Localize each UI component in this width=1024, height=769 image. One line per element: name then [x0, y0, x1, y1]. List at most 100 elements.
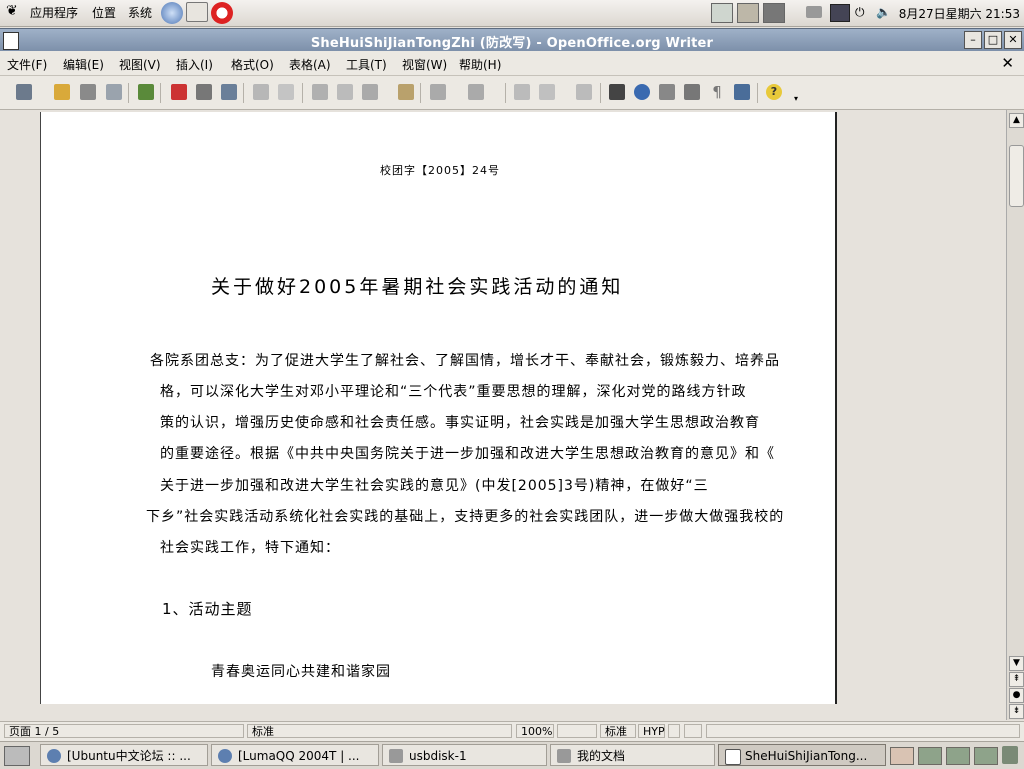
zoom-icon[interactable]: [734, 84, 750, 100]
close-window-button[interactable]: ✕: [1004, 31, 1022, 49]
workspace-2[interactable]: [918, 747, 942, 765]
modified-field: [668, 724, 680, 738]
paragraph-line: 关于进一步加强和改进大学生社会实践的意见》(中发[2005]3号)精神，在做好“…: [160, 478, 709, 494]
task-usbdisk[interactable]: usbdisk-1: [382, 744, 547, 766]
menu-format[interactable]: 格式(O): [231, 56, 274, 73]
menu-view[interactable]: 视图(V): [119, 56, 161, 73]
open-icon[interactable]: [54, 84, 70, 100]
hyperlink-icon[interactable]: [514, 84, 530, 100]
taskbar: [Ubuntu中文论坛 :: ... [LumaQQ 2004T | ... u…: [0, 741, 1024, 769]
print-icon[interactable]: [196, 84, 212, 100]
network-icon[interactable]: [830, 4, 850, 22]
format-paintbrush-icon[interactable]: [398, 84, 414, 100]
maximize-button[interactable]: □: [984, 31, 1002, 49]
cut-icon[interactable]: [312, 84, 328, 100]
menu-help[interactable]: 帮助(H): [459, 56, 501, 73]
folder-icon: [557, 749, 571, 763]
navigation-button[interactable]: ●: [1009, 688, 1024, 703]
browser-icon: [218, 749, 232, 763]
show-draw-functions-icon[interactable]: [576, 84, 592, 100]
edit-file-icon[interactable]: [138, 84, 154, 100]
camera-icon[interactable]: [763, 3, 785, 23]
hyperlink-mode-field[interactable]: HYP: [638, 724, 665, 738]
previous-page-button[interactable]: ⇞: [1009, 672, 1024, 687]
menu-window[interactable]: 视窗(W): [402, 56, 447, 73]
menu-insert[interactable]: 插入(I): [176, 56, 213, 73]
empty-field: [557, 724, 597, 738]
document-page[interactable]: [40, 112, 837, 704]
scroll-up-button[interactable]: ▲: [1009, 113, 1024, 128]
help-icon[interactable]: [211, 2, 233, 24]
table-icon[interactable]: [539, 84, 555, 100]
task-writer[interactable]: SheHuiShiJianTong...: [718, 744, 886, 766]
help-question-icon[interactable]: ?: [766, 84, 782, 100]
menu-file[interactable]: 文件(F): [7, 56, 47, 73]
minimize-button[interactable]: –: [964, 31, 982, 49]
close-document-icon[interactable]: ✕: [1001, 54, 1014, 72]
section-subline: 青春奥运同心共建和谐家园: [211, 664, 391, 680]
doc-number: 校团字【2005】24号: [380, 164, 500, 177]
paste-icon[interactable]: [362, 84, 378, 100]
page-indicator[interactable]: 页面 1 / 5: [4, 724, 244, 738]
print-preview-icon[interactable]: [221, 84, 237, 100]
toolbar-options-icon[interactable]: ▾: [794, 94, 798, 103]
foot-icon[interactable]: ❦: [6, 3, 18, 19]
window-titlebar[interactable]: SheHuiShiJianTongZhi (防改写) - OpenOffice.…: [0, 28, 1024, 51]
save-icon[interactable]: [80, 84, 96, 100]
standard-toolbar: ¶ ? ▾: [0, 76, 1024, 110]
scroll-down-button[interactable]: ▼: [1009, 656, 1024, 671]
spellcheck-icon[interactable]: [253, 84, 269, 100]
power-icon[interactable]: ⏻: [855, 5, 865, 20]
window-title: SheHuiShiJianTongZhi (防改写) - OpenOffice.…: [310, 36, 714, 51]
paragraph-line: 下乡”社会实践活动系统化社会实践的基础上，支持更多的社会实践团队，进一步做大做强…: [146, 509, 785, 525]
menu-table[interactable]: 表格(A): [289, 56, 331, 73]
statusbar: 页面 1 / 5 标准 100% 标准 HYP: [0, 721, 1024, 741]
workspace-4[interactable]: [974, 747, 998, 765]
zoom-field[interactable]: 100%: [516, 724, 554, 738]
folder-camera-icon[interactable]: [737, 3, 759, 23]
find-replace-icon[interactable]: [609, 84, 625, 100]
show-desktop-icon[interactable]: [4, 746, 30, 766]
undo-icon[interactable]: [430, 84, 446, 100]
copy-icon[interactable]: [337, 84, 353, 100]
system-monitor-icon[interactable]: [711, 3, 733, 23]
paragraph-line: 格，可以深化大学生对邓小平理论和“三个代表”重要思想的理解，深化对党的路线方针政: [160, 384, 747, 400]
task-ubuntu-forum[interactable]: [Ubuntu中文论坛 :: ...: [40, 744, 208, 766]
new-document-icon[interactable]: [16, 84, 32, 100]
data-sources-icon[interactable]: [684, 84, 700, 100]
page-style-field[interactable]: 标准: [247, 724, 512, 738]
scroll-thumb[interactable]: [1009, 145, 1024, 207]
insert-mode-field[interactable]: 标准: [600, 724, 636, 738]
export-pdf-icon[interactable]: [171, 84, 187, 100]
redo-icon[interactable]: [468, 84, 484, 100]
formatting-marks-icon[interactable]: ¶: [709, 84, 725, 100]
task-my-documents[interactable]: 我的文档: [550, 744, 715, 766]
menubar: 文件(F) 编辑(E) 视图(V) 插入(I) 格式(O) 表格(A) 工具(T…: [0, 51, 1024, 76]
mail-icon[interactable]: [186, 2, 208, 22]
volume-icon[interactable]: 🔈: [876, 5, 891, 19]
applications-menu[interactable]: 应用程序: [30, 4, 78, 21]
workspace-3[interactable]: [946, 747, 970, 765]
system-menu[interactable]: 系统: [128, 4, 152, 21]
paragraph-line: 社会实践工作，特下通知：: [160, 540, 340, 556]
autospellcheck-icon[interactable]: [278, 84, 294, 100]
section-heading: 1、活动主题: [162, 600, 253, 618]
menu-edit[interactable]: 编辑(E): [63, 56, 104, 73]
gallery-icon[interactable]: [659, 84, 675, 100]
vertical-scrollbar[interactable]: ▲ ▼ ⇞ ● ⇟: [1006, 110, 1024, 720]
task-lumaqq[interactable]: [LumaQQ 2004T | ...: [211, 744, 379, 766]
browser-icon[interactable]: [161, 2, 183, 24]
email-icon[interactable]: [106, 84, 122, 100]
navigator-icon[interactable]: [634, 84, 650, 100]
clock[interactable]: 8月27日星期六 21:53: [899, 5, 1020, 22]
paragraph-line: 策的认识，增强历史使命感和社会责任感。事实证明，社会实践是加强大学生思想政治教育: [160, 415, 760, 431]
printer-icon[interactable]: [806, 6, 822, 18]
workspace-1[interactable]: [890, 747, 914, 765]
folder-icon: [389, 749, 403, 763]
paragraph-line: 各院系团总支：为了促进大学生了解社会、了解国情，增长才干、奉献社会，锻炼毅力、培…: [150, 353, 780, 369]
places-menu[interactable]: 位置: [92, 4, 116, 21]
top-panel: ❦ 应用程序 位置 系统 ⏻ 🔈 8月27日星期六 21:53: [0, 0, 1024, 27]
trash-icon[interactable]: [1002, 746, 1018, 764]
next-page-button[interactable]: ⇟: [1009, 704, 1024, 719]
menu-tools[interactable]: 工具(T): [346, 56, 387, 73]
